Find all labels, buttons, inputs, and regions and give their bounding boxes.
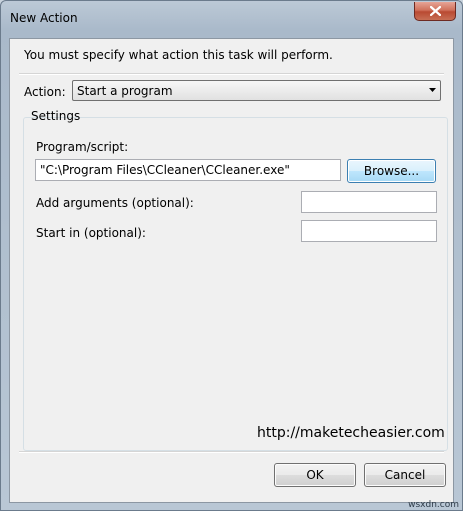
cancel-button[interactable]: Cancel — [364, 463, 446, 487]
action-label: Action: — [24, 85, 66, 99]
window-title: New Action — [10, 11, 78, 25]
close-icon — [429, 6, 441, 16]
dialog-window: New Action You must specify what action … — [0, 0, 463, 511]
divider — [19, 451, 444, 453]
divider — [19, 73, 444, 75]
instruction-text: You must specify what action this task w… — [24, 48, 333, 62]
dialog-content: You must specify what action this task w… — [9, 38, 454, 503]
action-dropdown-value: Start a program — [77, 84, 173, 98]
corner-watermark: wsxdn.com — [408, 500, 459, 510]
program-script-label: Program/script: — [36, 140, 129, 154]
browse-button-label: Browse... — [363, 164, 420, 178]
program-script-input[interactable]: "C:\Program Files\CCleaner\CCleaner.exe" — [35, 159, 341, 181]
settings-group-label: Settings — [31, 109, 81, 123]
ok-button[interactable]: OK — [274, 463, 356, 487]
arguments-input[interactable] — [301, 191, 437, 213]
ok-button-label: OK — [306, 468, 324, 482]
watermark-url: http://maketecheasier.com — [257, 425, 445, 441]
start-in-input[interactable] — [301, 220, 437, 242]
title-bar[interactable]: New Action — [1, 1, 462, 37]
start-in-label: Start in (optional): — [36, 226, 146, 240]
close-button[interactable] — [414, 2, 456, 21]
chevron-down-icon — [429, 88, 436, 92]
action-dropdown[interactable]: Start a program — [72, 80, 441, 101]
cancel-button-label: Cancel — [384, 468, 426, 482]
browse-button[interactable]: Browse... — [347, 159, 436, 183]
arguments-label: Add arguments (optional): — [36, 196, 194, 210]
